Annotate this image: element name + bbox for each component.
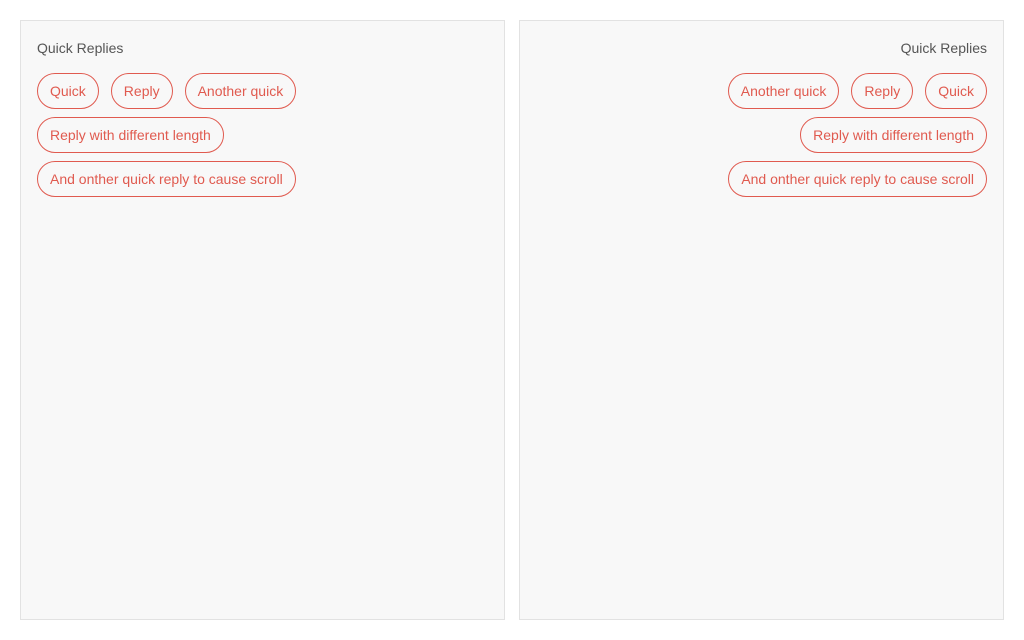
quick-reply-quick[interactable]: Quick (925, 73, 987, 109)
quick-reply-cause-scroll[interactable]: And onther quick reply to cause scroll (37, 161, 296, 197)
quick-reply-different-length[interactable]: Reply with different length (800, 117, 987, 153)
panel-title: Quick Replies (900, 40, 987, 56)
quick-reply-another-quick[interactable]: Another quick (727, 73, 840, 109)
quick-reply-reply[interactable]: Reply (851, 73, 914, 109)
quick-reply-different-length[interactable]: Reply with different length (37, 117, 224, 153)
panel-title: Quick Replies (37, 40, 124, 56)
quick-reply-quick[interactable]: Quick (37, 73, 99, 109)
quick-replies-list: Another quick Reply Quick Reply with dif… (536, 73, 987, 197)
quick-replies-panel-right: Quick Replies Another quick Reply Quick … (519, 20, 1004, 620)
quick-reply-cause-scroll[interactable]: And onther quick reply to cause scroll (728, 161, 987, 197)
quick-replies-panel-left: Quick Replies Quick Reply Another quick … (20, 20, 505, 620)
quick-reply-another-quick[interactable]: Another quick (184, 73, 297, 109)
quick-replies-list: Quick Reply Another quick Reply with dif… (37, 73, 488, 197)
quick-reply-reply[interactable]: Reply (110, 73, 173, 109)
